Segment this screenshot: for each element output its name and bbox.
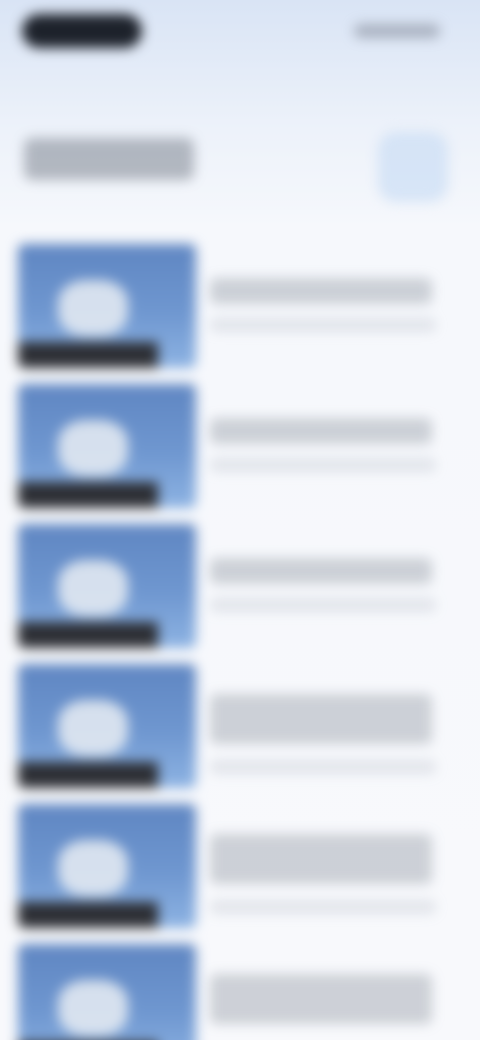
list-item[interactable] bbox=[0, 944, 480, 1040]
thumbnail-ground bbox=[18, 482, 158, 508]
status-bar bbox=[0, 0, 480, 64]
item-title bbox=[210, 834, 432, 884]
thumbnail-ground bbox=[18, 902, 158, 928]
thumbnail-subject bbox=[58, 280, 128, 336]
item-subtitle bbox=[210, 760, 436, 774]
list-item[interactable] bbox=[0, 244, 480, 376]
thumbnail bbox=[18, 384, 196, 508]
item-title bbox=[210, 974, 432, 1024]
thumbnail-subject bbox=[58, 420, 128, 476]
item-title bbox=[210, 278, 432, 304]
thumbnail-ground bbox=[18, 342, 158, 368]
thumbnail bbox=[18, 244, 196, 368]
square-action-icon[interactable] bbox=[378, 132, 448, 202]
item-subtitle bbox=[210, 318, 436, 332]
header bbox=[0, 120, 480, 210]
thumbnail bbox=[18, 524, 196, 648]
item-title bbox=[210, 418, 432, 444]
list-item[interactable] bbox=[0, 524, 480, 656]
thumbnail-subject bbox=[58, 840, 128, 896]
thumbnail-ground bbox=[18, 762, 158, 788]
list-item[interactable] bbox=[0, 384, 480, 516]
thumbnail bbox=[18, 944, 196, 1040]
item-title bbox=[210, 694, 432, 744]
thumbnail bbox=[18, 664, 196, 788]
list-item[interactable] bbox=[0, 804, 480, 936]
item-title bbox=[210, 558, 432, 584]
page-title bbox=[24, 138, 194, 180]
item-subtitle bbox=[210, 900, 436, 914]
thumbnail-subject bbox=[58, 700, 128, 756]
list-item[interactable] bbox=[0, 664, 480, 796]
thumbnail-subject bbox=[58, 560, 128, 616]
item-subtitle bbox=[210, 458, 436, 472]
thumbnail bbox=[18, 804, 196, 928]
item-subtitle bbox=[210, 598, 436, 612]
thumbnail-subject bbox=[58, 980, 128, 1036]
thumbnail-ground bbox=[18, 622, 158, 648]
status-icons bbox=[354, 24, 440, 38]
status-time-pill bbox=[22, 14, 142, 48]
